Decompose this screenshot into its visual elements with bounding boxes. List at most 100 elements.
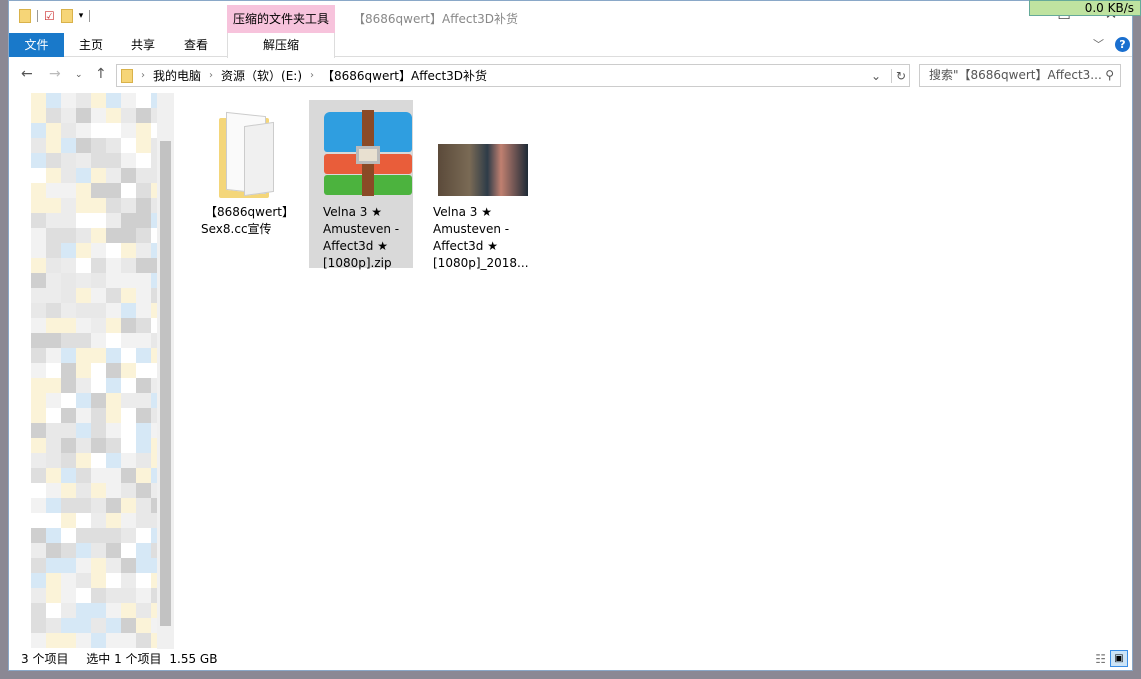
blur-pixel: [121, 363, 136, 378]
customize-dropdown-icon[interactable]: ▾: [79, 11, 84, 21]
blur-pixel: [136, 213, 151, 228]
back-button[interactable]: ←: [21, 66, 33, 82]
chevron-right-icon[interactable]: ›: [209, 70, 213, 81]
blur-pixel: [31, 123, 46, 138]
blur-pixel: [136, 378, 151, 393]
blur-pixel: [61, 618, 76, 633]
blur-pixel: [136, 318, 151, 333]
blur-pixel: [46, 393, 61, 408]
address-dropdown-icon[interactable]: ⌄: [871, 69, 881, 83]
tab-share[interactable]: 共享: [123, 33, 163, 57]
properties-icon[interactable]: ☑: [44, 9, 55, 23]
file-item-image[interactable]: Velna 3 ★ Amusteven - Affect3d ★ [1080p]_20…: [419, 100, 529, 270]
blur-pixel: [61, 603, 76, 618]
blur-pixel: [61, 408, 76, 423]
blur-pixel: [61, 513, 76, 528]
blur-pixel: [31, 198, 46, 213]
blur-pixel: [106, 588, 121, 603]
chevron-right-icon[interactable]: ›: [141, 70, 145, 81]
blur-pixel: [136, 498, 151, 513]
folder-icon: [121, 68, 133, 83]
search-placeholder: 搜索"【8686qwert】Affect3...: [929, 68, 1102, 82]
chevron-right-icon[interactable]: ›: [310, 70, 314, 81]
blur-pixel: [46, 588, 61, 603]
folder-icon[interactable]: [19, 9, 31, 23]
file-name-line: Affect3d ★: [433, 239, 498, 253]
blur-pixel: [121, 153, 136, 168]
blur-pixel: [121, 243, 136, 258]
blur-pixel: [46, 138, 61, 153]
blur-pixel: [106, 93, 121, 108]
blur-pixel: [106, 423, 121, 438]
blur-pixel: [76, 498, 91, 513]
blur-pixel: [76, 318, 91, 333]
blur-pixel: [91, 168, 106, 183]
address-bar[interactable]: › 我的电脑 › 资源（软）(E:) › 【8686qwert】Affect3D…: [116, 64, 910, 87]
navigation-pane-blurred[interactable]: [9, 93, 174, 649]
details-view-button[interactable]: ☷: [1095, 648, 1106, 670]
expand-ribbon-icon[interactable]: ﹀: [1093, 36, 1104, 52]
search-input[interactable]: 搜索"【8686qwert】Affect3... ⚲: [919, 64, 1121, 87]
blur-pixel: [121, 258, 136, 273]
separator: [89, 10, 91, 22]
file-name-line: Affect3d ★: [323, 239, 388, 253]
large-icons-view-button[interactable]: ▣: [1110, 650, 1128, 667]
blur-pixel: [46, 423, 61, 438]
blur-pixel: [136, 603, 151, 618]
blur-pixel: [121, 603, 136, 618]
refresh-icon[interactable]: ↻: [891, 68, 906, 83]
blur-pixel: [61, 558, 76, 573]
blur-pixel: [91, 498, 106, 513]
file-item-zip[interactable]: Velna 3 ★ Amusteven - Affect3d ★ [1080p].zi…: [309, 100, 413, 270]
breadcrumb-drive[interactable]: 资源（软）(E:): [221, 67, 302, 84]
blur-pixel: [121, 168, 136, 183]
blur-pixel: [31, 303, 46, 318]
selection-info: 选中 1 个项目: [86, 652, 162, 666]
breadcrumb-folder[interactable]: 【8686qwert】Affect3D补货: [322, 67, 487, 84]
blur-pixel: [31, 483, 46, 498]
blur-pixel: [76, 603, 91, 618]
scrollbar-thumb[interactable]: [160, 141, 171, 626]
forward-button[interactable]: →: [49, 66, 61, 82]
blur-pixel: [31, 393, 46, 408]
file-item-folder[interactable]: 【8686qwert】 Sex8.cc宣传: [199, 100, 303, 268]
blur-pixel: [121, 633, 136, 648]
blur-pixel: [31, 153, 46, 168]
blur-pixel: [76, 123, 91, 138]
blur-pixel: [91, 243, 106, 258]
blur-pixel: [91, 123, 106, 138]
blur-pixel: [31, 603, 46, 618]
blur-pixel: [136, 303, 151, 318]
blur-pixel: [46, 543, 61, 558]
breadcrumb-my-computer[interactable]: 我的电脑: [153, 67, 201, 84]
blur-pixel: [76, 393, 91, 408]
tab-home[interactable]: 主页: [71, 33, 111, 57]
blur-pixel: [76, 333, 91, 348]
blur-pixel: [91, 393, 106, 408]
blur-pixel: [136, 273, 151, 288]
help-icon[interactable]: ?: [1115, 37, 1130, 52]
tab-view[interactable]: 查看: [176, 33, 216, 57]
blur-pixel: [136, 588, 151, 603]
tab-file[interactable]: 文件: [9, 33, 64, 57]
blur-pixel: [136, 168, 151, 183]
blur-pixel: [61, 348, 76, 363]
blur-pixel: [31, 258, 46, 273]
blur-pixel: [91, 183, 106, 198]
tab-extract[interactable]: 解压缩: [227, 33, 335, 58]
blur-pixel: [136, 618, 151, 633]
blur-pixel: [121, 378, 136, 393]
blur-pixel: [46, 198, 61, 213]
blur-pixel: [61, 93, 76, 108]
blur-pixel: [46, 183, 61, 198]
blur-pixel: [121, 228, 136, 243]
file-name-line: Amusteven -: [433, 222, 510, 236]
blur-pixel: [121, 273, 136, 288]
blur-pixel: [31, 513, 46, 528]
recent-dropdown-icon[interactable]: ⌄: [75, 70, 83, 80]
blur-pixel: [91, 288, 106, 303]
new-folder-icon[interactable]: [60, 9, 73, 23]
blur-pixel: [61, 243, 76, 258]
up-button[interactable]: ↑: [95, 66, 107, 82]
blur-pixel: [46, 378, 61, 393]
